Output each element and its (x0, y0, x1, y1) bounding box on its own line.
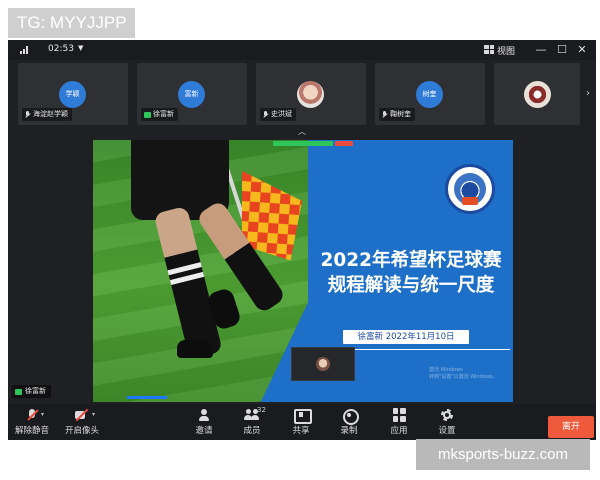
participant-name-tag: 鞠树奎 (379, 108, 415, 121)
members-button[interactable]: 32 成员 (237, 406, 267, 438)
leave-button[interactable]: 离开 (548, 416, 594, 438)
speaker-video-thumbnail[interactable] (291, 347, 355, 381)
slide-title: 2022年希望杯足球赛 规程解读与统一尺度 (311, 248, 511, 298)
participant-tile[interactable]: 史洪斌 (256, 63, 366, 125)
view-button[interactable]: 视图 (497, 44, 515, 57)
avatar: 树奎 (416, 81, 443, 108)
chevron-down-icon[interactable]: ▼ (78, 44, 83, 52)
members-count: 32 (257, 406, 266, 414)
meeting-toolbar: ▾ 解除静音 ▾ 开启像头 邀请 32 成员 共享 录制 应用 设置 离开 (8, 404, 596, 440)
maximize-icon[interactable]: ☐ (554, 42, 570, 58)
mic-muted-icon (25, 110, 31, 119)
signal-icon (20, 46, 30, 54)
participant-tile[interactable]: 学颖 海淀赵学颖 (18, 63, 128, 125)
chevron-down-icon[interactable]: ▾ (92, 411, 95, 418)
camera-button[interactable]: ▾ 开启像头 (62, 408, 102, 438)
avatar-photo (524, 81, 551, 108)
participant-name: 史洪斌 (271, 110, 292, 118)
watermark-bottom: mksports-buzz.com (416, 439, 590, 470)
participant-name: 海淀赵学颖 (33, 110, 68, 118)
active-speaker-name: 徐富新 (25, 387, 46, 395)
participant-tile[interactable]: 富新 徐富新 (137, 63, 247, 125)
association-logo (445, 164, 495, 214)
settings-button[interactable]: 设置 (433, 408, 461, 438)
share-status-bar[interactable] (273, 141, 333, 146)
chevron-right-icon[interactable]: › (586, 88, 590, 99)
share-screen-icon (294, 408, 312, 424)
record-button[interactable]: 录制 (335, 408, 363, 438)
meeting-window: 02:53 ▼ 视图 — ☐ ✕ 学颖 海淀赵学颖 富新 徐富新 史洪斌 树奎 … (8, 40, 596, 440)
participant-name-tag: 史洪斌 (260, 108, 296, 121)
grid-view-icon[interactable] (484, 45, 494, 54)
participant-tile[interactable] (494, 63, 580, 125)
mic-muted-icon (382, 110, 388, 119)
close-icon[interactable]: ✕ (574, 42, 590, 58)
participant-tile[interactable]: 树奎 鞠树奎 (375, 63, 485, 125)
camera-off-icon (75, 408, 89, 422)
slide-title-line: 2022年希望杯足球赛 (320, 250, 502, 271)
avatar: 学颖 (59, 81, 86, 108)
mic-muted-icon (27, 408, 37, 422)
camera-on-icon (15, 388, 22, 395)
watermark-top: TG: MYYJJPP (8, 8, 135, 38)
slide-title-line: 规程解读与统一尺度 (327, 275, 495, 296)
slide-progress-bar (127, 396, 167, 399)
slide-presenter-date: 徐富新 2022年11月10日 (343, 330, 469, 344)
unmute-button[interactable]: ▾ 解除静音 (12, 408, 52, 438)
windows-activation-watermark: 激活 Windows 转到"设置"以激活 Windows。 (429, 367, 498, 380)
referee-boot (177, 340, 213, 358)
participant-name: 徐富新 (153, 110, 174, 118)
participant-name: 鞠树奎 (390, 110, 411, 118)
mic-muted-icon (263, 110, 269, 119)
share-button[interactable]: 共享 (287, 408, 315, 438)
avatar-photo (297, 81, 324, 108)
apps-grid-icon (392, 408, 406, 422)
members-icon: 32 (244, 406, 266, 422)
chevron-up-icon[interactable]: ︿ (298, 126, 306, 137)
shared-screen: 2022年希望杯足球赛 规程解读与统一尺度 徐富新 2022年11月10日 激活… (93, 140, 513, 402)
title-bar: 02:53 ▼ 视图 — ☐ ✕ (8, 40, 596, 60)
active-speaker-tag: 徐富新 (12, 385, 51, 398)
participant-name-tag: 徐富新 (141, 108, 178, 121)
chevron-down-icon[interactable]: ▾ (41, 411, 44, 418)
add-user-icon (197, 408, 211, 422)
avatar: 富新 (178, 81, 205, 108)
apps-button[interactable]: 应用 (385, 408, 413, 438)
meeting-timer: 02:53 (48, 44, 74, 54)
participant-name-tag: 海淀赵学颖 (22, 108, 72, 121)
minimize-icon[interactable]: — (533, 42, 549, 58)
participant-strip: 学颖 海淀赵学颖 富新 徐富新 史洪斌 树奎 鞠树奎 › (8, 60, 596, 128)
invite-button[interactable]: 邀请 (189, 408, 219, 438)
record-icon (342, 408, 359, 425)
stop-share-button[interactable] (335, 141, 353, 146)
gear-icon (440, 408, 454, 422)
camera-on-icon (144, 111, 151, 118)
